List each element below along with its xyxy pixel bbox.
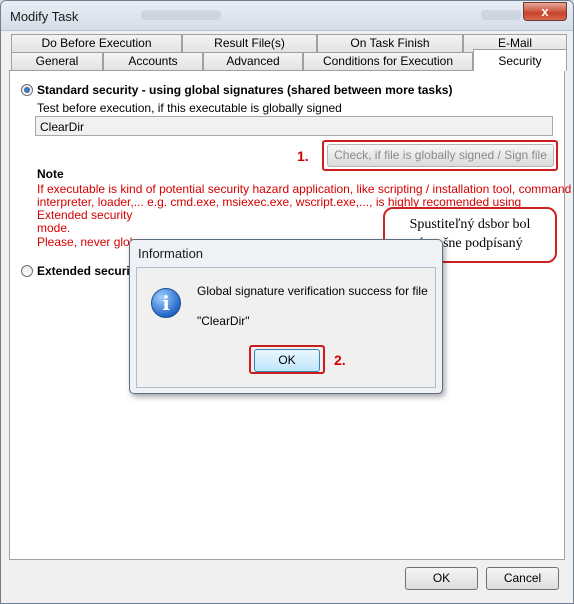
dialog-title: Information [138,246,204,261]
tab-on-task-finish[interactable]: On Task Finish [317,34,463,52]
note-heading: Note [37,167,64,181]
information-dialog: Information i Global signature verificat… [129,239,443,394]
tab-conditions-for-execution[interactable]: Conditions for Execution [303,52,473,70]
standard-security-label: Standard security - using global signatu… [37,83,453,97]
tab-accounts[interactable]: Accounts [103,52,203,70]
extended-security-label: Extended securi [37,264,130,278]
modify-task-window: Modify Task x Do Before Execution Result… [0,0,574,604]
blurred-title-background-2 [481,10,521,20]
standard-security-radio[interactable] [21,84,33,96]
blurred-title-background [141,10,221,20]
dialog-message-line-1: Global signature verification success fo… [197,284,428,298]
tab-do-before-execution[interactable]: Do Before Execution [11,34,182,52]
tab-general[interactable]: General [11,52,103,70]
close-button[interactable]: x [523,2,567,21]
dialog-message-line-2: "ClearDir" [197,314,250,328]
executable-value: ClearDir [40,120,85,134]
tab-advanced[interactable]: Advanced [203,52,303,70]
callout-line-1: Spustiteľný dsbor bol [409,217,531,232]
tab-security[interactable]: Security [473,49,567,71]
title-bar: Modify Task x [1,1,573,31]
step-1-marker: 1. [297,148,309,164]
dialog-ok-button[interactable]: OK [254,349,320,372]
test-before-execution-label: Test before execution, if this executabl… [37,101,342,115]
ok-button[interactable]: OK [405,567,478,590]
close-icon: x [541,4,549,19]
info-icon: i [151,288,181,318]
window-title: Modify Task [10,9,79,24]
check-signed-button[interactable]: Check, if file is globally signed / Sign… [327,144,554,167]
dialog-body: i Global signature verification success … [136,267,436,388]
step-2-marker: 2. [334,352,346,368]
extended-security-radio[interactable] [21,265,33,277]
warning-text: Please, never globa [37,235,144,249]
tab-result-files[interactable]: Result File(s) [182,34,317,52]
cancel-button[interactable]: Cancel [486,567,559,590]
executable-field[interactable]: ClearDir [35,116,553,136]
